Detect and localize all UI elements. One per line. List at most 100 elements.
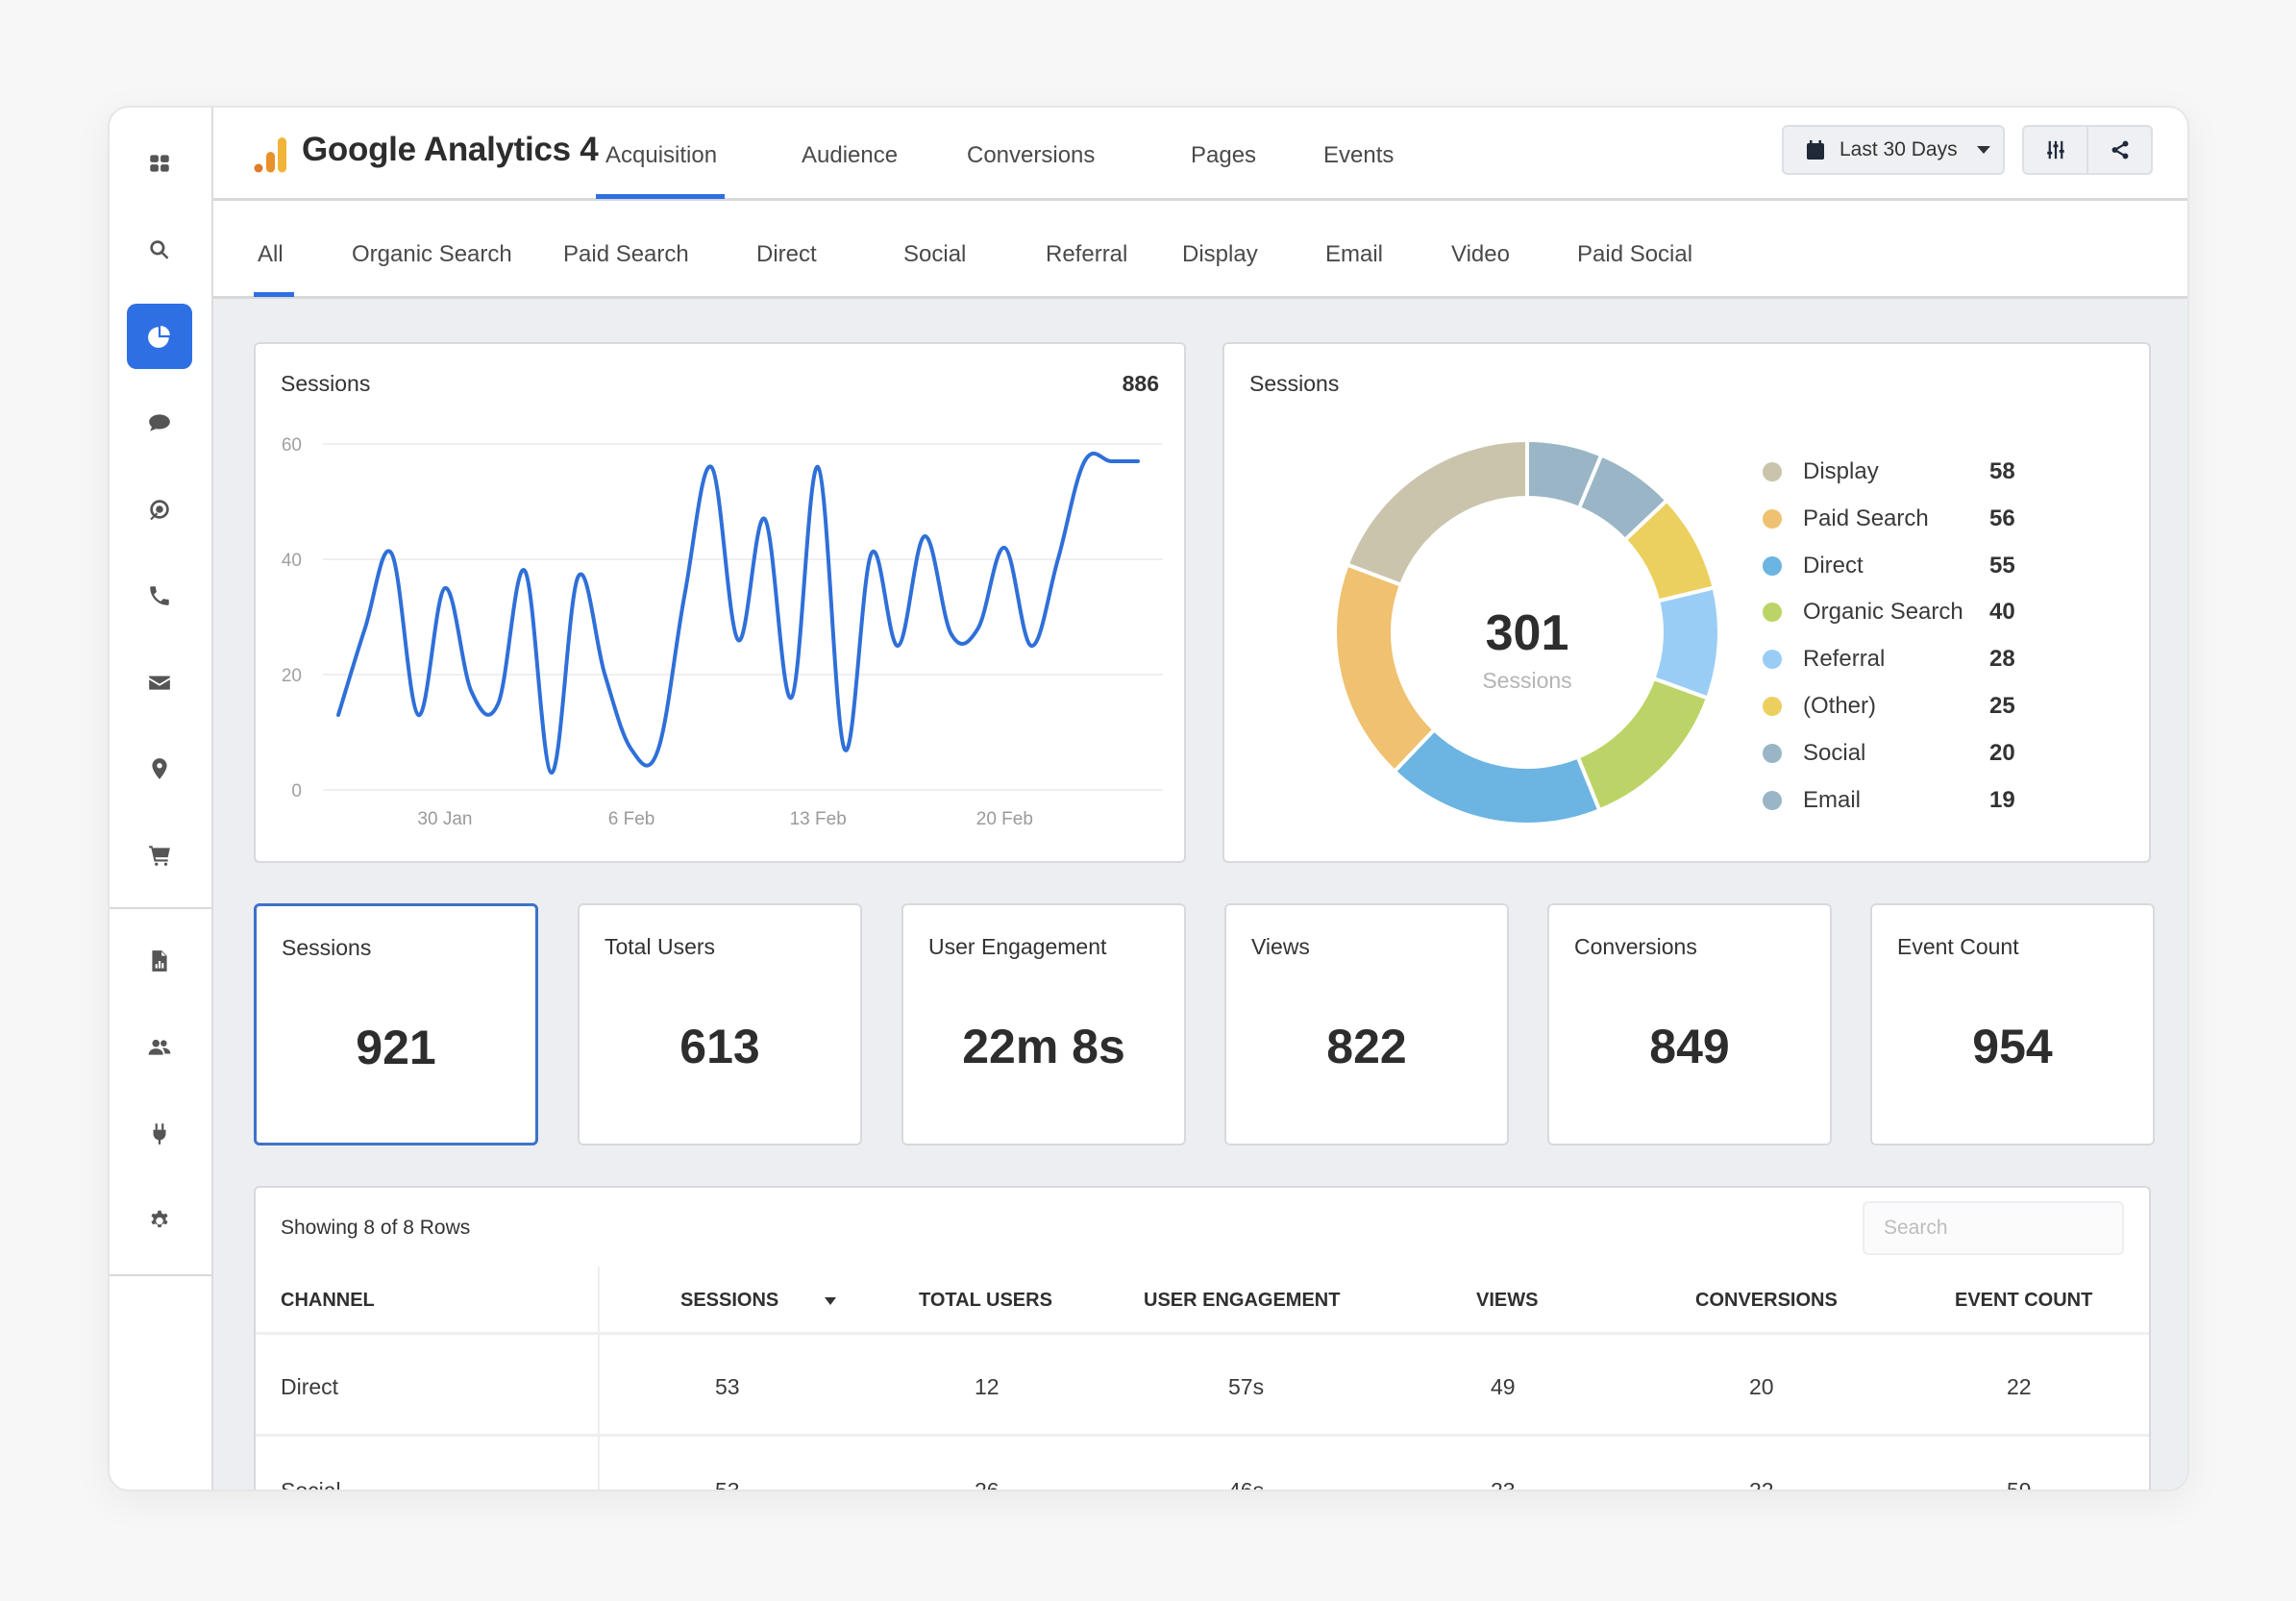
kpi-value: 849: [1649, 1020, 1730, 1073]
kpi-value: 822: [1326, 1020, 1407, 1073]
tab-conversions[interactable]: Conversions: [967, 142, 1095, 169]
app-window: Google Analytics 4 Acquisition Audience …: [108, 106, 2189, 1491]
tab-acquisition[interactable]: Acquisition: [605, 142, 717, 169]
sidebar-item-email[interactable]: [127, 650, 192, 715]
sessions-donut-chart-card: Sessions 301 Sessions Display 58 Paid Searc…: [1222, 342, 2151, 863]
legend-value: 40: [1989, 599, 2015, 626]
cell-event-count: 22: [2007, 1374, 2032, 1399]
legend-dot: [1763, 508, 1782, 529]
sidebar-divider: [110, 1274, 211, 1276]
envelope-icon: [149, 676, 170, 690]
kpi-card-sessions[interactable]: Sessions 921: [254, 903, 538, 1145]
kpi-label: Views: [1251, 934, 1310, 959]
legend-label: Referral: [1803, 646, 1886, 673]
share-button[interactable]: [2086, 127, 2151, 173]
cell-conversions: 22: [1749, 1478, 1774, 1491]
sidebar-item-locations[interactable]: [127, 736, 192, 801]
legend-item[interactable]: (Other) 25: [1763, 692, 2015, 721]
share-icon: [2111, 140, 2128, 160]
sidebar-item-integrations[interactable]: [127, 1101, 192, 1167]
sidebar-item-reports[interactable]: [127, 304, 192, 369]
column-header-views[interactable]: VIEWS: [1476, 1290, 1538, 1312]
legend-item[interactable]: Referral 28: [1763, 645, 2015, 674]
kpi-value: 22m 8s: [962, 1020, 1125, 1073]
sidebar-item-ecommerce[interactable]: [127, 823, 192, 888]
legend-item[interactable]: Social 20: [1763, 739, 2015, 768]
cell-sessions: 53: [715, 1478, 740, 1491]
cell-event-count: 59: [2007, 1478, 2032, 1491]
kpi-card-views[interactable]: Views 822: [1224, 903, 1509, 1145]
sort-desc-icon[interactable]: [825, 1297, 836, 1305]
subtab-paid-search[interactable]: Paid Search: [563, 241, 689, 268]
tab-events[interactable]: Events: [1323, 142, 1394, 169]
legend-label: Social: [1803, 739, 1866, 766]
column-header-sessions[interactable]: SESSIONS: [680, 1290, 778, 1312]
subtab-video[interactable]: Video: [1451, 241, 1510, 268]
map-pin-icon: [152, 758, 167, 779]
subtab-organic-search[interactable]: Organic Search: [352, 241, 512, 268]
filter-button[interactable]: [2024, 127, 2086, 173]
legend-item[interactable]: Organic Search 40: [1763, 598, 2015, 627]
kpi-value: 613: [679, 1020, 760, 1073]
table-search-input[interactable]: [1863, 1201, 2124, 1255]
cell-views: 23: [1491, 1478, 1516, 1491]
tab-audience[interactable]: Audience: [802, 142, 898, 169]
sidebar-item-dashboard[interactable]: [127, 131, 192, 196]
legend-label: Email: [1803, 786, 1862, 813]
subtab-paid-social[interactable]: Paid Social: [1577, 241, 1692, 268]
column-header-channel[interactable]: CHANNEL: [281, 1290, 375, 1312]
column-header-total-users[interactable]: TOTAL USERS: [919, 1290, 1052, 1312]
legend-dot: [1763, 603, 1782, 623]
tab-pages[interactable]: Pages: [1191, 142, 1256, 169]
top-nav-bar: Google Analytics 4 Acquisition Audience …: [213, 108, 2187, 201]
legend-item[interactable]: Email 19: [1763, 786, 2015, 815]
table-row-count: Showing 8 of 8 Rows: [281, 1217, 471, 1239]
sessions-series-line: [336, 451, 1140, 776]
kpi-label: User Engagement: [928, 934, 1107, 959]
subtab-all[interactable]: All: [258, 241, 284, 268]
legend-item[interactable]: Paid Search 56: [1763, 505, 2015, 533]
legend-label: (Other): [1803, 693, 1877, 719]
cell-user-engagement: 57s: [1228, 1374, 1265, 1399]
sidebar-divider: [110, 907, 211, 909]
subtab-referral[interactable]: Referral: [1046, 241, 1127, 268]
kpi-card-conversions[interactable]: Conversions 849: [1547, 903, 1832, 1145]
kpi-card-total-users[interactable]: Total Users 613: [578, 903, 862, 1145]
cell-channel: Social: [281, 1478, 341, 1491]
legend-value: 25: [1989, 693, 2015, 719]
legend-label: Organic Search: [1803, 599, 1963, 626]
sidebar-item-users[interactable]: [127, 1015, 192, 1080]
legend-item[interactable]: Display 58: [1763, 457, 2015, 486]
column-header-event-count[interactable]: EVENT COUNT: [1955, 1290, 2092, 1312]
sidebar-item-report-files[interactable]: [127, 928, 192, 994]
subtab-direct[interactable]: Direct: [756, 241, 817, 268]
x-tick-label: 20 Feb: [976, 809, 1033, 829]
cell-views: 49: [1491, 1374, 1516, 1399]
sidebar-item-search[interactable]: [127, 217, 192, 283]
kpi-card-event-count[interactable]: Event Count 954: [1870, 903, 2155, 1145]
phone-icon: [150, 586, 169, 605]
sidebar-item-targeting[interactable]: [127, 477, 192, 542]
kpi-label: Sessions: [282, 935, 372, 960]
active-tab-indicator: [596, 194, 725, 199]
sidebar-item-settings[interactable]: [127, 1188, 192, 1253]
date-range-dropdown[interactable]: Last 30 Days: [1782, 125, 2005, 175]
sidebar-item-chat[interactable]: [127, 390, 192, 456]
x-tick-label: 6 Feb: [608, 809, 655, 829]
subtab-social[interactable]: Social: [903, 241, 966, 268]
users-icon: [148, 1039, 171, 1055]
chevron-down-icon: [1976, 146, 1990, 154]
column-divider: [598, 1267, 600, 1490]
active-subtab-indicator: [254, 292, 294, 297]
cell-total-users: 26: [975, 1478, 1000, 1491]
legend-value: 19: [1989, 786, 2015, 813]
sidebar-item-calls[interactable]: [127, 563, 192, 628]
kpi-label: Total Users: [605, 934, 716, 959]
kpi-card-user-engagement[interactable]: User Engagement 22m 8s: [901, 903, 1186, 1145]
column-header-conversions[interactable]: CONVERSIONS: [1695, 1290, 1838, 1312]
column-header-user-engagement[interactable]: USER ENGAGEMENT: [1144, 1290, 1340, 1312]
subtab-email[interactable]: Email: [1325, 241, 1383, 268]
legend-item[interactable]: Direct 55: [1763, 552, 2015, 580]
subtab-display[interactable]: Display: [1182, 241, 1258, 268]
channel-table: Showing 8 of 8 Rows CHANNEL SESSIONS TOT…: [254, 1186, 2151, 1491]
